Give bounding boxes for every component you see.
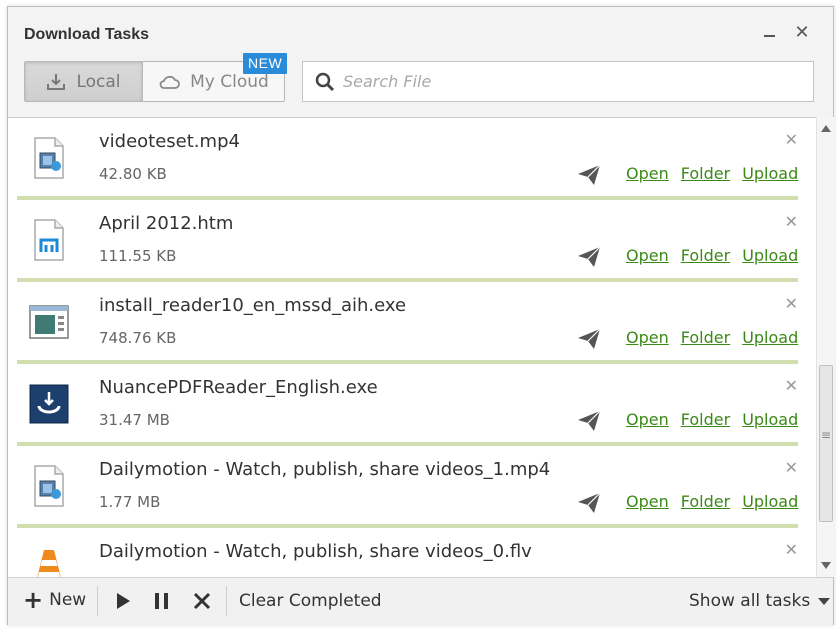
- file-name: videoteset.mp4: [99, 131, 240, 152]
- remove-item-button[interactable]: ✕: [785, 212, 798, 231]
- scroll-down-arrow[interactable]: [821, 562, 831, 569]
- list-item: NuancePDFReader_English.exe 31.47 MB ✕ O…: [17, 364, 798, 446]
- upload-link[interactable]: Upload: [742, 410, 798, 429]
- send-icon[interactable]: [577, 164, 601, 186]
- search-icon: [315, 72, 335, 91]
- open-link[interactable]: Open: [626, 410, 669, 429]
- folder-link[interactable]: Folder: [681, 492, 730, 511]
- remove-item-button[interactable]: ✕: [785, 130, 798, 149]
- file-size: 1.77 MB: [99, 493, 161, 511]
- show-all-tasks-label: Show all tasks: [689, 591, 811, 611]
- remove-item-button[interactable]: ✕: [785, 540, 798, 559]
- minimize-button[interactable]: [760, 23, 780, 43]
- file-name: NuancePDFReader_English.exe: [99, 377, 378, 398]
- send-icon[interactable]: [577, 328, 601, 350]
- bottom-toolbar: + New Clear Completed Show all tasks: [8, 577, 833, 625]
- download-tasks-window: Download Tasks ✕ Local My Cloud NEW Sear…: [7, 6, 834, 625]
- list-item: April 2012.htm 111.55 KB ✕ Open Folder U…: [17, 200, 798, 282]
- folder-link[interactable]: Folder: [681, 328, 730, 347]
- item-actions: Open Folder Upload: [626, 328, 798, 347]
- item-actions: Open Folder Upload: [626, 492, 798, 511]
- installer-file-icon: [29, 305, 69, 339]
- item-actions: Open Folder Upload: [626, 164, 798, 183]
- list-item: videoteset.mp4 42.80 KB ✕ Open Folder Up…: [17, 118, 798, 200]
- chevron-down-icon: [818, 597, 831, 605]
- file-name: install_reader10_en_mssd_aih.exe: [99, 295, 407, 316]
- plus-icon: +: [23, 586, 44, 614]
- toolbar-divider: [97, 586, 98, 616]
- window-title: Download Tasks: [24, 26, 150, 43]
- cloud-icon: [159, 75, 181, 89]
- new-task-label: New: [49, 590, 87, 610]
- search-box: [302, 61, 814, 102]
- scroll-up-arrow[interactable]: [821, 125, 831, 132]
- video-file-icon: [34, 137, 64, 179]
- download-icon: [47, 73, 66, 90]
- tab-local-label: Local: [76, 71, 121, 92]
- download-list: videoteset.mp4 42.80 KB ✕ Open Folder Up…: [8, 117, 816, 577]
- tab-local[interactable]: Local: [25, 62, 143, 101]
- folder-link[interactable]: Folder: [681, 164, 730, 183]
- remove-item-button[interactable]: ✕: [785, 458, 798, 477]
- item-actions: Open Folder Upload: [626, 246, 798, 265]
- list-item: Dailymotion - Watch, publish, share vide…: [17, 528, 798, 577]
- file-name: Dailymotion - Watch, publish, share vide…: [99, 541, 532, 562]
- file-size: 748.76 KB: [99, 329, 177, 347]
- file-size: 31.47 MB: [99, 411, 170, 429]
- upload-link[interactable]: Upload: [742, 492, 798, 511]
- remove-item-button[interactable]: ✕: [785, 376, 798, 395]
- cancel-icon[interactable]: [192, 591, 212, 611]
- send-icon[interactable]: [577, 410, 601, 432]
- file-name: Dailymotion - Watch, publish, share vide…: [99, 459, 551, 480]
- remove-item-button[interactable]: ✕: [785, 294, 798, 313]
- close-window-button[interactable]: ✕: [792, 23, 812, 43]
- folder-link[interactable]: Folder: [681, 246, 730, 265]
- vlc-cone-icon: [37, 550, 61, 577]
- open-link[interactable]: Open: [626, 246, 669, 265]
- item-actions: Open Folder Upload: [626, 410, 798, 429]
- scroll-thumb[interactable]: [819, 365, 833, 522]
- list-item: install_reader10_en_mssd_aih.exe 748.76 …: [17, 282, 798, 364]
- open-link[interactable]: Open: [626, 164, 669, 183]
- toolbar-divider: [226, 586, 227, 616]
- tab-my-cloud-label: My Cloud: [190, 71, 269, 92]
- send-icon[interactable]: [577, 246, 601, 268]
- upload-link[interactable]: Upload: [742, 164, 798, 183]
- file-name: April 2012.htm: [99, 213, 234, 234]
- send-icon[interactable]: [577, 492, 601, 514]
- file-size: 111.55 KB: [99, 247, 177, 265]
- clear-completed-button[interactable]: Clear Completed: [239, 591, 382, 611]
- show-all-tasks-dropdown[interactable]: Show all tasks: [689, 591, 831, 611]
- search-input[interactable]: [343, 72, 783, 91]
- file-size: 42.80 KB: [99, 165, 167, 183]
- new-badge: NEW: [243, 53, 288, 74]
- open-link[interactable]: Open: [626, 328, 669, 347]
- upload-link[interactable]: Upload: [742, 328, 798, 347]
- upload-link[interactable]: Upload: [742, 246, 798, 265]
- list-item: Dailymotion - Watch, publish, share vide…: [17, 446, 798, 528]
- video-file-icon: [34, 465, 64, 507]
- new-task-button[interactable]: + New: [23, 586, 87, 614]
- list-scrollbar[interactable]: [816, 117, 834, 577]
- pause-icon[interactable]: [153, 591, 171, 611]
- maxthon-file-icon: [34, 219, 64, 261]
- play-icon[interactable]: [114, 591, 132, 611]
- folder-link[interactable]: Folder: [681, 410, 730, 429]
- nuance-app-icon: [29, 384, 69, 424]
- open-link[interactable]: Open: [626, 492, 669, 511]
